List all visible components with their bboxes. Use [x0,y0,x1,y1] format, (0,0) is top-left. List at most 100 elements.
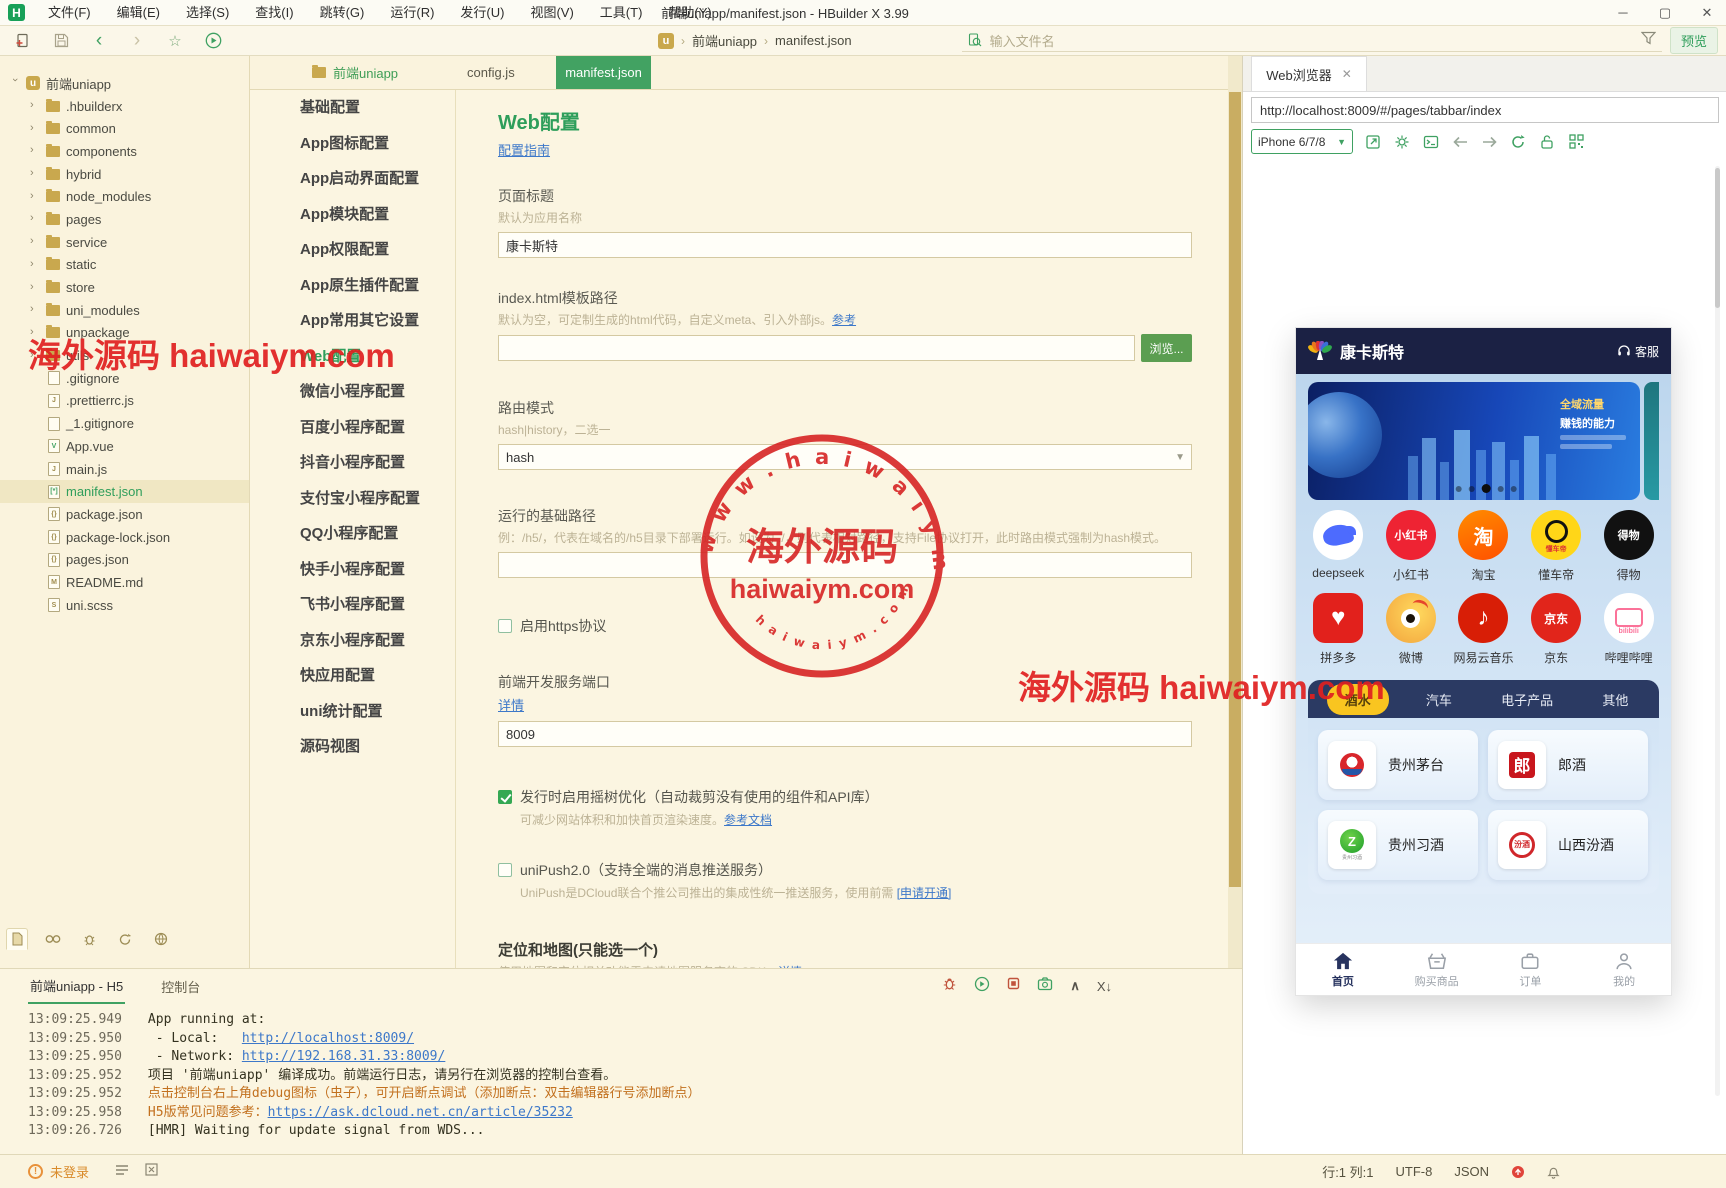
console-list-icon[interactable] [115,1163,129,1181]
explorer-search-icon[interactable] [42,928,64,950]
url-input[interactable] [1251,97,1719,123]
chevron-right-icon[interactable]: › [30,190,40,202]
tab-home[interactable]: 首页 [1296,944,1390,995]
device-select[interactable]: iPhone 6/7/8 ▼ [1251,129,1353,154]
dev-port-input[interactable] [498,721,1192,747]
editor-tab-project[interactable]: 前端uniapp [300,56,455,89]
promo-icon[interactable] [1511,1165,1525,1179]
close-button[interactable]: ✕ [1698,0,1716,26]
menu-item[interactable]: 跳转(G) [307,0,378,26]
config-nav-item[interactable]: uni统计配置 [250,694,455,730]
product-card[interactable]: 汾酒 山西汾酒 [1488,810,1648,880]
tree-file-row[interactable]: package-lock.json [0,526,249,549]
app-shortcut[interactable]: bilibili 哔哩哔哩 [1592,593,1665,666]
app-shortcut[interactable]: 小红书 小红书 [1375,510,1448,583]
console-tab-h5[interactable]: 前端uniapp - H5 [28,969,126,1004]
tree-file-row[interactable]: _1.gitignore [0,412,249,435]
tree-file-row[interactable]: manifest.json [0,480,249,504]
config-nav-item[interactable]: 源码视图 [250,729,455,765]
tree-folder-row[interactable]: › node_modules [0,185,249,208]
config-nav-item[interactable]: 飞书小程序配置 [250,587,455,623]
cursor-position[interactable]: 行:1 列:1 [1322,1162,1373,1181]
unipush-checkbox[interactable] [498,863,512,877]
log-link[interactable]: http://192.168.31.33:8009/ [242,1049,446,1064]
restart-icon[interactable] [974,976,990,997]
chevron-right-icon[interactable]: › [30,212,40,224]
chevron-right-icon[interactable]: › [30,303,40,315]
config-nav-item[interactable]: 支付宝小程序配置 [250,481,455,517]
config-nav-item[interactable]: 微信小程序配置 [250,374,455,410]
app-shortcut[interactable]: 微博 [1375,593,1448,666]
tab-me[interactable]: 我的 [1577,944,1671,995]
tree-folder-row[interactable]: › common [0,117,249,140]
explorer-web-icon[interactable] [150,928,172,950]
tree-folder-row[interactable]: › .hbuilderx [0,95,249,118]
tree-root[interactable]: › u 前端uniapp [0,72,249,95]
open-external-icon[interactable] [1364,133,1382,151]
bell-icon[interactable] [1547,1165,1560,1179]
tree-folder-row[interactable]: › store [0,276,249,299]
chevron-right-icon[interactable]: › [30,281,40,293]
config-nav-item[interactable]: App原生插件配置 [250,268,455,304]
language-mode[interactable]: JSON [1454,1164,1489,1179]
log-link[interactable]: http://localhost:8009/ [242,1031,414,1046]
menu-item[interactable]: 视图(V) [517,0,586,26]
banner-slide[interactable]: 全域流量 赚钱的能力 [1308,382,1640,500]
scrollbar-thumb[interactable] [1715,168,1720,308]
browser-scrollbar[interactable] [1715,166,1720,1096]
explorer-refresh-icon[interactable] [114,928,136,950]
config-nav-item[interactable]: 抖音小程序配置 [250,445,455,481]
app-shortcut[interactable]: 懂车帝 懂车帝 [1520,510,1593,583]
config-nav-item[interactable]: 百度小程序配置 [250,410,455,446]
tree-folder-row[interactable]: › hybrid [0,163,249,186]
tree-file-row[interactable]: App.vue [0,435,249,458]
unipush-checkbox-row[interactable]: uniPush2.0（支持全端的消息推送服务） [498,860,1198,880]
config-nav-item[interactable]: App启动界面配置 [250,161,455,197]
https-checkbox[interactable] [498,619,512,633]
debug-bug-icon[interactable] [942,976,957,996]
console-tab-console[interactable]: 控制台 [161,977,200,996]
stop-icon[interactable] [1007,977,1020,995]
settings-gear-icon[interactable] [1393,133,1411,151]
category-tab[interactable]: 汽车 [1414,686,1464,713]
banner-carousel[interactable]: 全域流量 赚钱的能力 [1308,382,1659,500]
chevron-right-icon[interactable]: › [30,167,40,179]
qr-code-icon[interactable] [1567,133,1585,151]
close-panel-icon[interactable] [145,1162,158,1181]
maximize-button[interactable]: ▢ [1656,0,1674,26]
refresh-icon[interactable] [1509,133,1527,151]
back-arrow-icon[interactable] [1451,133,1469,151]
breadcrumb-file[interactable]: manifest.json [775,33,852,48]
config-nav-item[interactable]: App模块配置 [250,197,455,233]
log-link[interactable]: https://ask.dcloud.net.cn/article/35232 [268,1105,573,1120]
chevron-down-icon[interactable]: › [9,78,21,88]
clear-console-icon[interactable]: X↓ [1097,979,1112,994]
tree-file-row[interactable]: main.js [0,458,249,481]
close-icon[interactable]: ✕ [1342,67,1352,81]
treeshake-checkbox[interactable] [498,790,512,804]
file-search-input[interactable]: 输入文件名 [961,30,1662,52]
product-card[interactable]: Z 贵州习酒 贵州习酒 [1318,810,1478,880]
preview-button[interactable]: 预览 [1669,27,1718,54]
app-shortcut[interactable]: ♪ 网易云音乐 [1447,593,1520,666]
browser-tab[interactable]: Web浏览器 ✕ [1251,56,1367,91]
tree-file-row[interactable]: pages.json [0,548,249,571]
chevron-right-icon[interactable]: › [30,122,40,134]
unipush-apply-link[interactable]: [申请开通] [897,886,952,900]
chevron-right-icon[interactable]: › [30,144,40,156]
editor-tab-configjs[interactable]: config.js [455,56,556,89]
port-detail-link[interactable]: 详情 [498,698,524,713]
scrollbar-thumb[interactable] [1229,92,1241,887]
category-tab[interactable]: 其他 [1590,686,1640,713]
console-icon[interactable] [1422,133,1440,151]
config-nav-item[interactable]: QQ小程序配置 [250,516,455,552]
new-file-icon[interactable] [8,29,38,53]
tree-file-row[interactable]: uni.scss [0,594,249,617]
template-ref-link[interactable]: 参考 [832,313,856,327]
encoding-label[interactable]: UTF-8 [1395,1164,1432,1179]
app-shortcut[interactable]: 京东 京东 [1520,593,1593,666]
app-shortcut[interactable]: 得物 得物 [1592,510,1665,583]
page-title-input[interactable] [498,232,1192,258]
treeshake-doc-link[interactable]: 参考文档 [724,813,772,827]
bookmark-icon[interactable]: ☆ [160,29,190,53]
